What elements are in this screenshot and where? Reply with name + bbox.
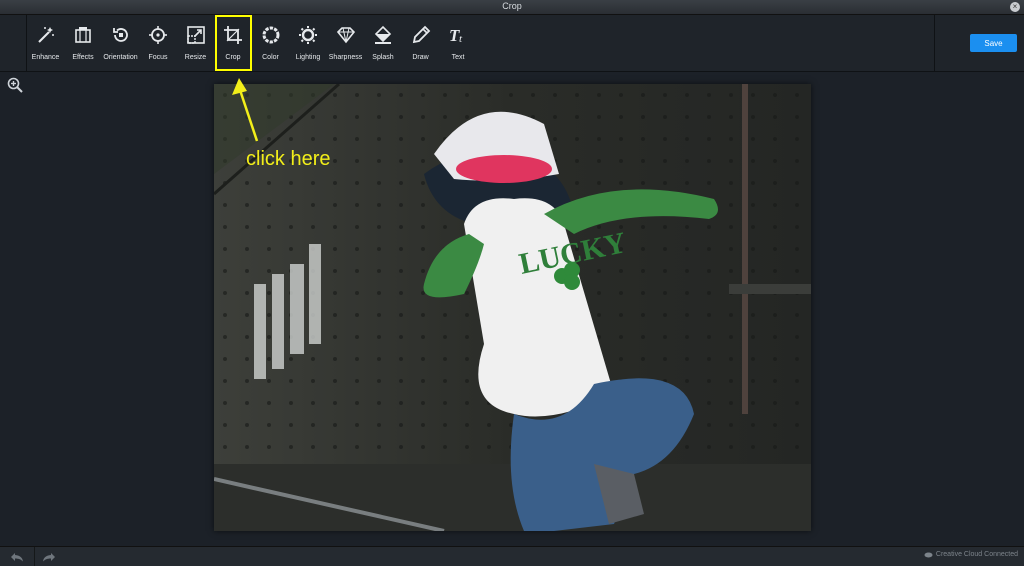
sun-icon [290,24,327,46]
resize-icon [177,24,214,46]
tool-sharpness[interactable]: Sharpness [327,15,364,71]
color-wheel-icon [252,24,289,46]
title-bar: Crop × [0,0,1024,15]
svg-text:t: t [459,33,463,45]
cloud-icon [924,552,933,557]
undo-button[interactable] [3,547,31,566]
pencil-icon [402,24,439,46]
undo-icon [11,552,23,561]
tool-enhance[interactable]: Enhance [27,15,64,71]
cloud-status-text: Creative Cloud Connected [935,551,1018,558]
redo-icon [43,552,55,561]
redo-button[interactable] [34,547,63,566]
annotation-text: click here [246,148,331,170]
rotate-icon [102,24,139,46]
magic-wand-icon [27,24,64,46]
tool-resize[interactable]: Resize [177,15,214,71]
tool-list: Enhance Effects Orientation Focus Resize [27,15,477,71]
toolbar-divider [934,15,935,71]
zoom-in-icon[interactable] [7,77,23,93]
save-button[interactable]: Save [970,34,1017,52]
toolbar: Enhance Effects Orientation Focus Resize [0,15,1024,72]
tool-color[interactable]: Color [252,15,289,71]
annotation-arrow-icon [232,78,259,142]
tool-focus[interactable]: Focus [140,15,177,71]
tool-orientation[interactable]: Orientation [102,15,139,71]
tool-splash[interactable]: Splash [365,15,402,71]
tool-text[interactable]: Tt Text [440,15,477,71]
target-icon [140,24,177,46]
close-icon[interactable]: × [1010,2,1020,12]
tool-effects[interactable]: Effects [65,15,102,71]
crop-icon [215,24,252,46]
paint-bucket-icon [365,24,402,46]
tool-lighting[interactable]: Lighting [290,15,327,71]
film-strip-icon [65,24,102,46]
window-title: Crop [502,1,522,11]
tool-draw[interactable]: Draw [402,15,439,71]
tool-label: Text [451,54,465,61]
cloud-status: Creative Cloud Connected [924,551,1018,558]
status-bar: Creative Cloud Connected [0,546,1024,566]
diamond-icon [327,24,364,46]
text-icon: Tt [440,24,477,46]
tool-crop[interactable]: Crop [214,15,252,71]
